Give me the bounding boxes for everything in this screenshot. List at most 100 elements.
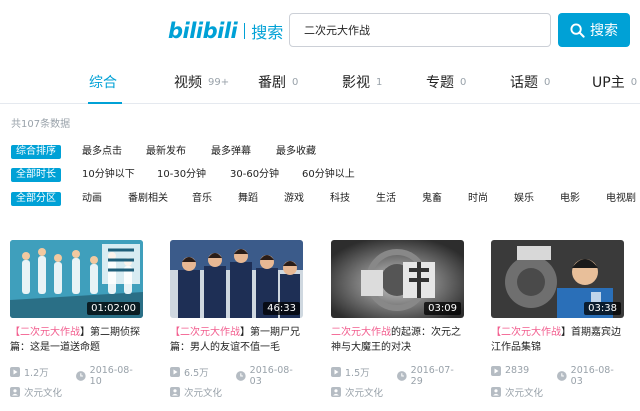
- video-duration: 46:33: [263, 302, 300, 315]
- tab-count: 0: [544, 77, 551, 88]
- title-highlight: 【二次元大作战: [170, 327, 240, 338]
- video-thumbnail[interactable]: 46:33: [170, 240, 303, 318]
- uploader[interactable]: 次元文化: [491, 385, 624, 399]
- search-input[interactable]: [290, 14, 550, 46]
- filter-option[interactable]: 音乐: [192, 190, 212, 208]
- tab-label: 话题: [510, 75, 538, 91]
- filter-option[interactable]: 10分钟以下: [82, 166, 135, 184]
- filter-option[interactable]: 最多点击: [82, 143, 122, 161]
- search-button[interactable]: 搜索: [558, 13, 630, 47]
- tab-bangumi[interactable]: 番剧 0: [258, 70, 298, 104]
- tab-count: 0: [630, 77, 638, 88]
- clock-icon: [76, 371, 86, 381]
- video-duration: 03:38: [584, 302, 621, 315]
- video-card[interactable]: 01:02:00 【二次元大作战】第二期侦探篇：这是一道送命题 1.2万 201…: [10, 240, 143, 400]
- clock-icon: [397, 371, 407, 381]
- view-count-value: 1.5万: [345, 368, 370, 379]
- play-count-icon: [331, 367, 341, 377]
- view-count-value: 1.2万: [24, 368, 49, 379]
- filter-option[interactable]: 动画: [82, 190, 102, 208]
- view-count: 2839: [491, 365, 529, 376]
- video-meta: 6.5万 2016-08-03: [170, 365, 303, 387]
- filter-option[interactable]: 最新发布: [146, 143, 186, 161]
- filter-tag-duration[interactable]: 全部时长: [11, 168, 61, 182]
- filter-option[interactable]: 电视剧: [606, 190, 636, 208]
- tab-count: 1: [376, 77, 383, 88]
- filter-option[interactable]: 最多弹幕: [211, 143, 251, 161]
- result-count: 共107条数据: [11, 119, 71, 130]
- uploader-icon: [331, 387, 341, 397]
- filter-option[interactable]: 游戏: [284, 190, 304, 208]
- video-meta: 1.2万 2016-08-10: [10, 365, 143, 387]
- tab-all[interactable]: 综合: [89, 70, 117, 104]
- logo-subtitle: 搜索: [251, 23, 284, 42]
- title-highlight: 【二次元大作战: [491, 327, 561, 338]
- view-count: 1.2万: [10, 365, 49, 379]
- title-highlight: 【二次元大作战: [10, 327, 80, 338]
- search-box[interactable]: [289, 13, 551, 47]
- video-title[interactable]: 【二次元大作战】首期嘉宾边江作品集锦: [491, 325, 624, 357]
- video-duration: 03:09: [424, 302, 461, 315]
- uploader[interactable]: 次元文化: [331, 385, 464, 399]
- filter-option[interactable]: 30-60分钟: [230, 166, 279, 184]
- tab-label: 番剧: [258, 75, 286, 91]
- filter-option[interactable]: 10-30分钟: [157, 166, 206, 184]
- upload-date-value: 2016-07-29: [410, 365, 454, 387]
- view-count: 6.5万: [170, 365, 209, 379]
- video-card[interactable]: 46:33 【二次元大作战】第一期尸兄篇：男人的友谊不值一毛 6.5万 2016…: [170, 240, 303, 400]
- play-count-icon: [491, 365, 501, 376]
- uploader-name: 次元文化: [24, 388, 63, 399]
- tab-uploader[interactable]: UP主 0: [592, 70, 637, 104]
- filter-option[interactable]: 生活: [376, 190, 396, 208]
- title-highlight: 二次元大作战: [331, 327, 391, 338]
- filter-option[interactable]: 时尚: [468, 190, 488, 208]
- filter-tag-zone[interactable]: 全部分区: [11, 192, 61, 206]
- video-thumbnail[interactable]: 03:09: [331, 240, 464, 318]
- video-card[interactable]: 03:38 【二次元大作战】首期嘉宾边江作品集锦 2839 2016-08-03…: [491, 240, 624, 400]
- tab-label: 视频: [174, 75, 202, 91]
- filter-option[interactable]: 科技: [330, 190, 350, 208]
- search-icon: [570, 22, 585, 38]
- uploader-icon: [10, 387, 20, 397]
- logo-divider: [244, 23, 246, 39]
- filter-row-zone: 全部分区 动画 番剧相关 音乐 舞蹈 游戏 科技 生活 鬼畜 时尚 娱乐 电影 …: [11, 190, 636, 208]
- video-title[interactable]: 【二次元大作战】第二期侦探篇：这是一道送命题: [10, 325, 143, 357]
- filter-option[interactable]: 番剧相关: [128, 190, 168, 208]
- video-meta: 1.5万 2016-07-29: [331, 365, 464, 387]
- tab-special[interactable]: 专题 0: [426, 70, 466, 104]
- result-tabs: 综合 视频 99+ 番剧 0 影视 1 专题 0 话题 0 UP主 0: [0, 62, 640, 104]
- uploader[interactable]: 次元文化: [10, 385, 143, 399]
- tab-movie[interactable]: 影视 1: [342, 70, 382, 104]
- bilibili-logo[interactable]: bilibili 搜索: [168, 14, 283, 48]
- search-button-label: 搜索: [590, 23, 618, 39]
- uploader[interactable]: 次元文化: [170, 385, 303, 399]
- filter-option[interactable]: 舞蹈: [238, 190, 258, 208]
- filter-tag-sort[interactable]: 综合排序: [11, 145, 61, 159]
- tab-count: 99+: [208, 77, 230, 88]
- upload-date: 2016-08-10: [76, 365, 143, 387]
- upload-date: 2016-07-29: [397, 365, 464, 387]
- active-tab-indicator: [88, 102, 122, 104]
- video-thumbnail[interactable]: 01:02:00: [10, 240, 143, 318]
- header: bilibili 搜索 搜索: [0, 0, 640, 62]
- filter-option[interactable]: 60分钟以上: [302, 166, 355, 184]
- upload-date: 2016-08-03: [557, 365, 624, 387]
- video-thumbnail[interactable]: 03:38: [491, 240, 624, 318]
- tab-video[interactable]: 视频 99+: [174, 70, 229, 104]
- filter-option[interactable]: 鬼畜: [422, 190, 442, 208]
- uploader-icon: [170, 387, 180, 397]
- filter-option[interactable]: 最多收藏: [276, 143, 316, 161]
- view-count: 1.5万: [331, 365, 370, 379]
- video-card[interactable]: 03:09 二次元大作战的起源：次元之神与大魔王的对决 1.5万 2016-07…: [331, 240, 464, 400]
- video-title[interactable]: 二次元大作战的起源：次元之神与大魔王的对决: [331, 325, 464, 357]
- view-count-value: 6.5万: [184, 368, 209, 379]
- filter-option[interactable]: 娱乐: [514, 190, 534, 208]
- tab-topic[interactable]: 话题 0: [510, 70, 550, 104]
- filter-option[interactable]: 电影: [560, 190, 580, 208]
- video-title[interactable]: 【二次元大作战】第一期尸兄篇：男人的友谊不值一毛: [170, 325, 303, 357]
- tab-label: 专题: [426, 75, 454, 91]
- upload-date-value: 2016-08-03: [570, 365, 614, 387]
- filter-row-duration: 全部时长 10分钟以下 10-30分钟 30-60分钟 60分钟以上: [11, 166, 631, 184]
- tab-count: 0: [292, 77, 299, 88]
- tab-label: 综合: [89, 75, 117, 91]
